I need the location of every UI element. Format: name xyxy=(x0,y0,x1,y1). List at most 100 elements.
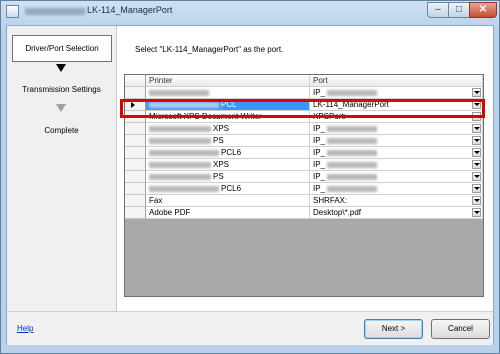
dropdown-arrow-icon[interactable] xyxy=(472,184,481,193)
redacted-text xyxy=(327,89,378,96)
table-row[interactable]: Fax SHRFAX: xyxy=(125,195,483,207)
port-value: IP_ xyxy=(313,148,326,157)
row-header xyxy=(125,75,146,87)
dropdown-arrow-icon[interactable] xyxy=(472,208,481,217)
instruction-text: Select "LK-114_ManagerPort" as the port. xyxy=(135,45,284,54)
printer-cell[interactable]: PS xyxy=(146,135,310,147)
close-button[interactable]: ✕ xyxy=(469,2,497,18)
printer-cell[interactable]: XPS xyxy=(146,159,310,171)
port-dropdown[interactable]: SHRFAX: xyxy=(310,195,483,207)
port-value: IP_ xyxy=(313,160,326,169)
step-arrow-icon xyxy=(56,104,66,112)
redacted-text xyxy=(149,149,219,156)
title-blurred-text xyxy=(25,8,85,15)
printer-name: XPS xyxy=(213,124,230,133)
dropdown-arrow-icon[interactable] xyxy=(472,196,481,205)
dropdown-arrow-icon[interactable] xyxy=(472,160,481,169)
step-complete: Complete xyxy=(44,126,79,135)
cancel-button[interactable]: Cancel xyxy=(431,319,490,339)
printer-cell[interactable]: PCL6 xyxy=(146,147,310,159)
row-header[interactable] xyxy=(125,123,146,135)
printer-name: XPS xyxy=(213,160,230,169)
row-header[interactable] xyxy=(125,147,146,159)
printer-cell[interactable] xyxy=(146,87,310,99)
table-row[interactable]: PS IP_ xyxy=(125,171,483,183)
table-row[interactable]: Adobe PDF Desktop\*.pdf xyxy=(125,207,483,219)
table-row[interactable]: PS IP_ xyxy=(125,135,483,147)
port-dropdown[interactable]: IP_ xyxy=(310,87,483,99)
row-header[interactable] xyxy=(125,195,146,207)
port-dropdown[interactable]: IP_ xyxy=(310,147,483,159)
printer-name: PS xyxy=(213,172,224,181)
redacted-text xyxy=(327,173,378,180)
window-title: LK-114_ManagerPort xyxy=(87,5,173,15)
redacted-text xyxy=(327,185,378,192)
printer-cell[interactable]: Fax xyxy=(146,195,310,207)
printer-name: Adobe PDF xyxy=(149,208,191,217)
printer-cell[interactable]: PCL6 xyxy=(146,183,310,195)
printer-name: PCL6 xyxy=(221,184,242,193)
port-value: Desktop\*.pdf xyxy=(313,208,362,217)
redacted-text xyxy=(149,89,209,96)
table-row[interactable]: XPS IP_ xyxy=(125,123,483,135)
button-bar: Help Next > Cancel xyxy=(7,311,493,345)
next-button[interactable]: Next > xyxy=(364,319,423,339)
dropdown-arrow-icon[interactable] xyxy=(472,136,481,145)
app-icon xyxy=(6,5,19,18)
table-row[interactable]: IP_ xyxy=(125,87,483,99)
port-dropdown[interactable]: IP_ xyxy=(310,159,483,171)
printer-cell[interactable]: Adobe PDF xyxy=(146,207,310,219)
port-value: SHRFAX: xyxy=(313,196,348,205)
wizard-content: Driver/Port Selection Transmission Setti… xyxy=(6,25,494,345)
maximize-button[interactable]: □ xyxy=(448,2,470,18)
printer-name: PCL6 xyxy=(221,148,242,157)
dropdown-arrow-icon[interactable] xyxy=(472,172,481,181)
step-arrow-icon xyxy=(56,64,66,72)
redacted-text xyxy=(327,125,378,132)
row-header[interactable] xyxy=(125,159,146,171)
printer-cell[interactable]: PS xyxy=(146,171,310,183)
printer-column-header[interactable]: Printer xyxy=(146,75,310,87)
redacted-text xyxy=(149,185,219,192)
port-value: IP_ xyxy=(313,184,326,193)
dropdown-arrow-icon[interactable] xyxy=(472,148,481,157)
port-value: IP_ xyxy=(313,172,326,181)
table-row[interactable]: PCL6 IP_ xyxy=(125,183,483,195)
port-dropdown[interactable]: IP_ xyxy=(310,123,483,135)
redacted-text xyxy=(327,161,378,168)
title-bar[interactable]: LK-114_ManagerPort – □ ✕ xyxy=(1,1,499,23)
installer-window: LK-114_ManagerPort – □ ✕ Driver/Port Sel… xyxy=(0,0,500,354)
printer-cell[interactable]: XPS xyxy=(146,123,310,135)
minimize-button[interactable]: – xyxy=(427,2,449,18)
table-row[interactable]: PCL6 IP_ xyxy=(125,147,483,159)
table-row[interactable]: XPS IP_ xyxy=(125,159,483,171)
redacted-text xyxy=(149,173,211,180)
row-header[interactable] xyxy=(125,87,146,99)
printer-name: PS xyxy=(213,136,224,145)
port-dropdown[interactable]: IP_ xyxy=(310,171,483,183)
row-header[interactable] xyxy=(125,183,146,195)
row-header[interactable] xyxy=(125,135,146,147)
row-header[interactable] xyxy=(125,207,146,219)
step-transmission-settings: Transmission Settings xyxy=(22,85,101,94)
port-column-header[interactable]: Port xyxy=(310,75,483,87)
port-value: IP_ xyxy=(313,124,326,133)
redacted-text xyxy=(149,137,211,144)
steps-panel: Driver/Port Selection Transmission Setti… xyxy=(7,26,117,311)
step-driver-port-selection: Driver/Port Selection xyxy=(12,35,112,62)
redacted-text xyxy=(327,149,378,156)
grid-header: Printer Port xyxy=(125,75,483,87)
port-dropdown[interactable]: Desktop\*.pdf xyxy=(310,207,483,219)
dropdown-arrow-icon[interactable] xyxy=(472,124,481,133)
printer-name: Fax xyxy=(149,196,163,205)
dropdown-arrow-icon[interactable] xyxy=(472,88,481,97)
port-dropdown[interactable]: IP_ xyxy=(310,135,483,147)
highlight-box xyxy=(120,99,485,118)
port-value: IP_ xyxy=(313,88,326,97)
redacted-text xyxy=(149,161,211,168)
port-value: IP_ xyxy=(313,136,326,145)
row-header[interactable] xyxy=(125,171,146,183)
redacted-text xyxy=(149,125,211,132)
port-dropdown[interactable]: IP_ xyxy=(310,183,483,195)
help-link[interactable]: Help xyxy=(17,324,33,333)
